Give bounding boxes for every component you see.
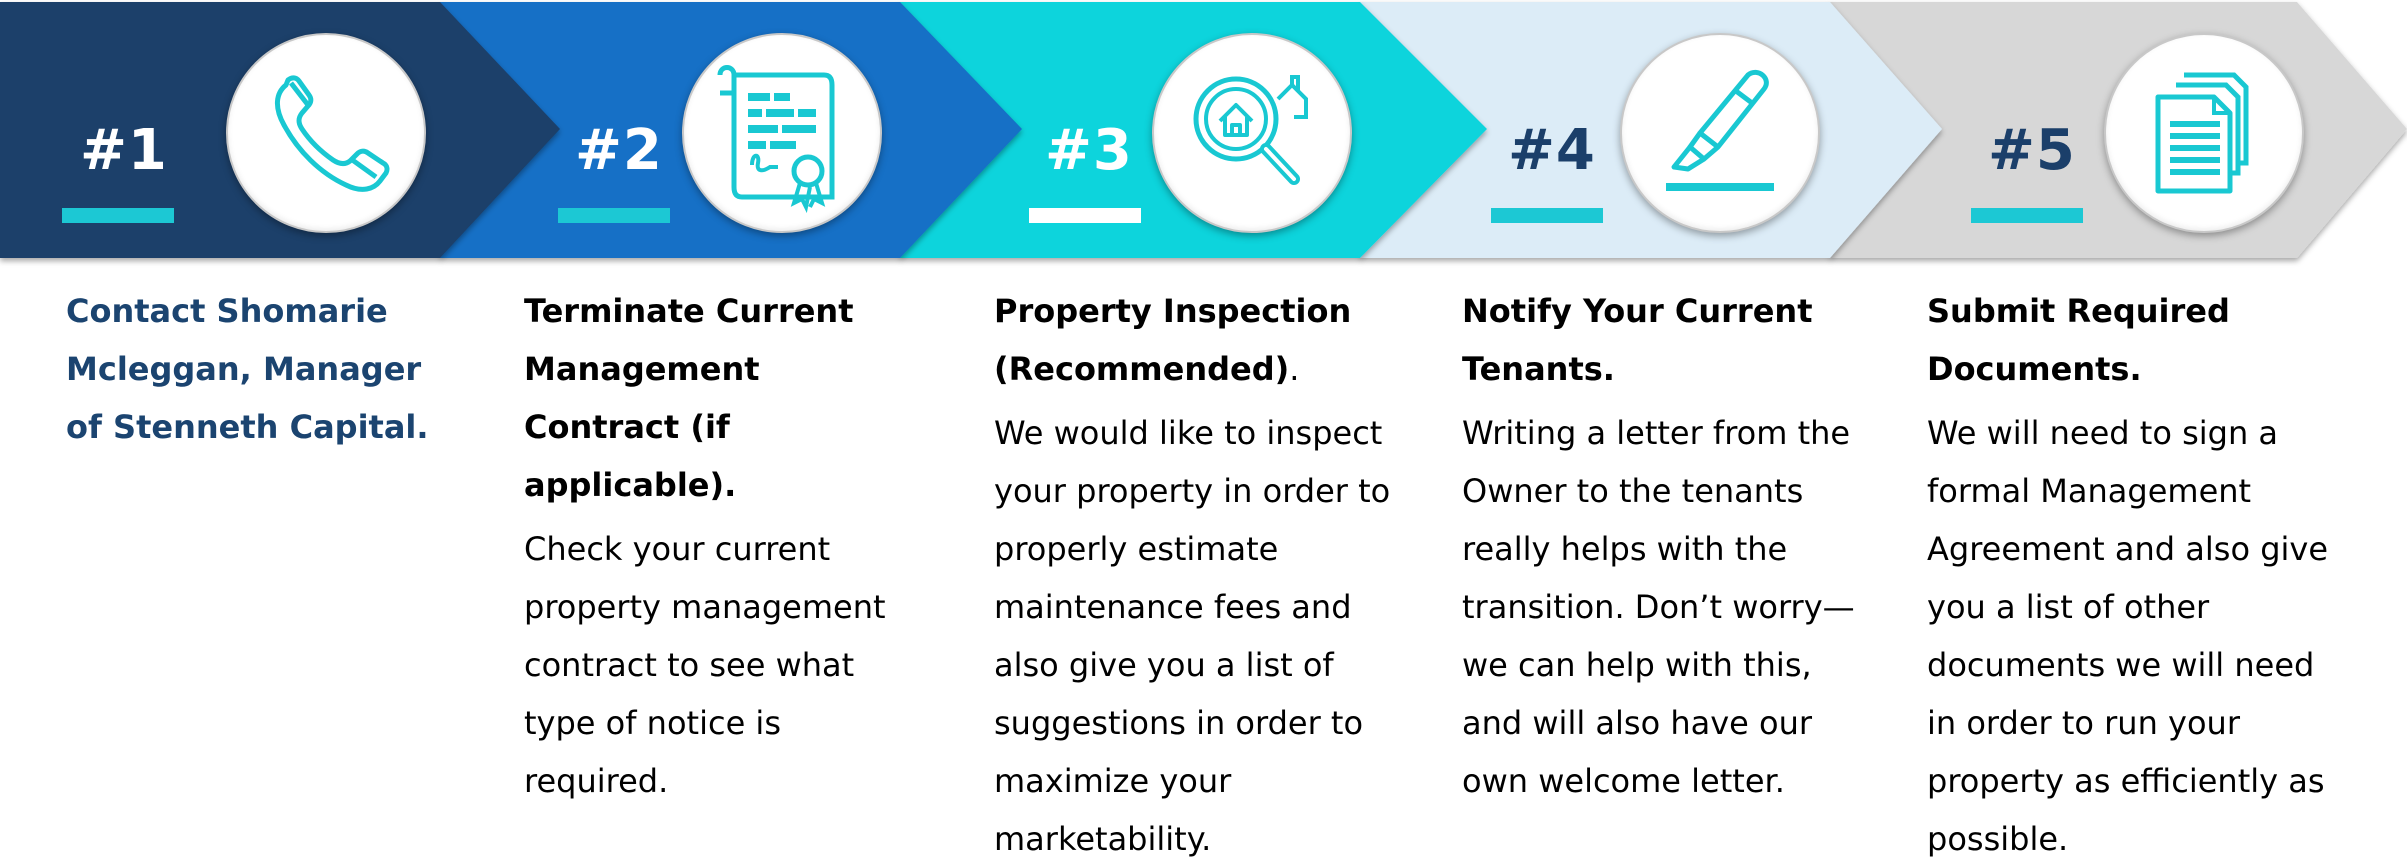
step-5-title: Submit Required Documents. xyxy=(1927,292,2230,388)
step-2-icon-circle xyxy=(682,33,882,233)
step-3-body: We would like to inspect your property i… xyxy=(994,414,1391,858)
step-4-number: #4 xyxy=(1508,118,1596,183)
contract-certificate-icon xyxy=(717,65,835,214)
step-3-underline xyxy=(1029,208,1141,223)
step-5-number: #5 xyxy=(1988,118,2076,183)
step-1-underline xyxy=(62,208,174,223)
step-4-body: Writing a letter from the Owner to the t… xyxy=(1462,414,1855,800)
step-3-number: #3 xyxy=(1045,118,1133,183)
step-5-icon-circle xyxy=(2104,33,2304,233)
step-4-icon-circle xyxy=(1620,33,1820,233)
documents-stack-icon xyxy=(2155,72,2249,194)
step-3-icon-circle xyxy=(1152,33,1352,233)
step-2-underline xyxy=(558,208,670,223)
step-4-title: Notify Your Current Tenants. xyxy=(1462,292,1813,388)
step-3-title-suffix: . xyxy=(1289,350,1300,388)
step-2-number: #2 xyxy=(575,118,663,183)
step-2-body: Check your current property management c… xyxy=(524,530,886,800)
step-2-title: Terminate Current Management Contract (i… xyxy=(524,292,854,504)
step-1-text: Contact Shomarie Mcleggan, Manager of St… xyxy=(66,282,466,456)
step-4-underline xyxy=(1491,208,1603,223)
step-3-title-line: Property Inspection (Recommended). xyxy=(994,282,1394,398)
step-4-text: Notify Your Current Tenants. Writing a l… xyxy=(1462,282,1872,810)
step-5-underline xyxy=(1971,208,2083,223)
step-1-number: #1 xyxy=(80,118,168,183)
step-5-text: Submit Required Documents. We will need … xyxy=(1927,282,2347,868)
highlighter-pen-icon xyxy=(1666,69,1774,191)
step-2-text: Terminate Current Management Contract (i… xyxy=(524,282,924,810)
step-1-title: Contact Shomarie Mcleggan, Manager of St… xyxy=(66,292,429,446)
phone-icon xyxy=(275,75,390,192)
step-3-text: Property Inspection (Recommended). We wo… xyxy=(994,282,1394,868)
house-magnifier-icon xyxy=(1193,75,1308,185)
step-5-body: We will need to sign a formal Management… xyxy=(1927,414,2329,858)
step-1-icon-circle xyxy=(226,33,426,233)
